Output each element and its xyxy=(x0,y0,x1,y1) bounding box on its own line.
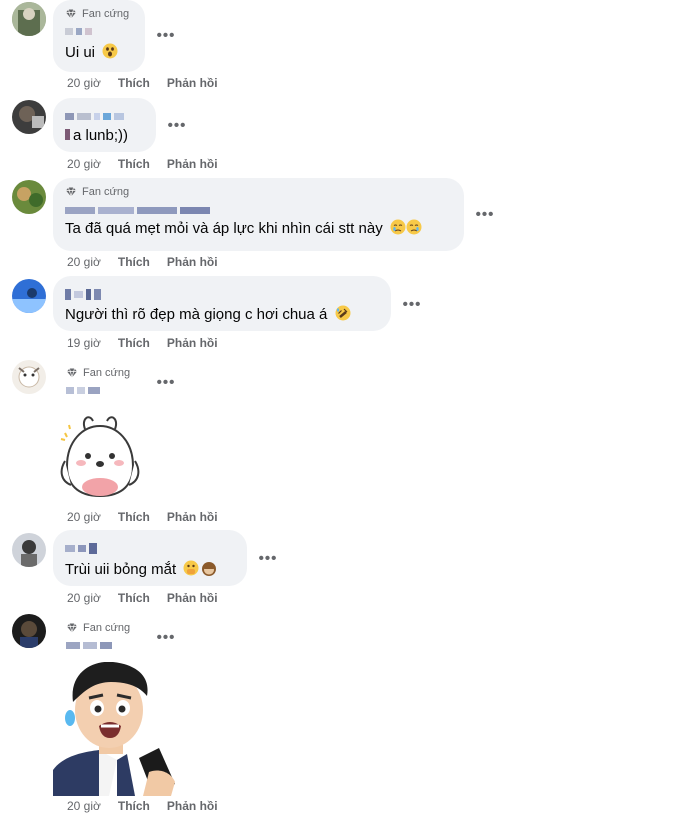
comment-bubble: Fan cứng Ta đã quá mẹt mỏi và áp lực khi… xyxy=(53,178,464,251)
avatar[interactable] xyxy=(12,533,46,567)
diamond-icon xyxy=(66,9,76,19)
comment-actions: 19 giờ Thích Phản hồi xyxy=(67,336,218,350)
fan-badge-label: Fan cứng xyxy=(82,186,130,198)
commenter-name[interactable] xyxy=(65,202,452,218)
shocked-face-icon xyxy=(102,43,118,59)
avatar[interactable] xyxy=(12,100,46,134)
diamond-icon xyxy=(67,368,77,378)
comment-text: Ui ui xyxy=(65,43,133,63)
reply-button[interactable]: Phản hồi xyxy=(167,510,218,524)
more-options-icon[interactable]: ••• xyxy=(155,629,177,646)
crying-face-icon xyxy=(390,219,406,235)
like-button[interactable]: Thích xyxy=(118,510,150,524)
commenter-name[interactable] xyxy=(65,286,379,302)
more-options-icon[interactable]: ••• xyxy=(257,550,279,567)
reply-button[interactable]: Phản hồi xyxy=(167,336,218,350)
commenter-name[interactable] xyxy=(65,108,144,124)
comment-time[interactable]: 20 giờ xyxy=(67,255,101,269)
comment-text: a lunb;)) xyxy=(65,126,144,146)
comment-text: Trùi uii bỏng mắt xyxy=(65,560,235,580)
like-button[interactable]: Thích xyxy=(118,76,150,90)
avatar[interactable] xyxy=(12,180,46,214)
comment-text: Ta đã quá mẹt mỏi và áp lực khi nhìn cái… xyxy=(65,219,452,239)
reply-button[interactable]: Phản hồi xyxy=(167,799,218,813)
like-button[interactable]: Thích xyxy=(118,799,150,813)
comment-bubble: Fan cứng Ui ui xyxy=(53,0,145,72)
comment-actions: 20 giờ Thích Phản hồi xyxy=(67,157,218,171)
crying-face-icon xyxy=(406,219,422,235)
see-no-evil-monkey-icon xyxy=(202,562,217,576)
fan-badge: Fan cứng xyxy=(65,7,133,21)
comment-bubble: a lunb;)) xyxy=(53,98,156,152)
avatar[interactable] xyxy=(12,279,46,313)
comment-actions: 20 giờ Thích Phản hồi xyxy=(67,591,218,605)
diamond-icon xyxy=(66,187,76,197)
more-options-icon[interactable]: ••• xyxy=(401,296,423,313)
comment-text: Người thì rõ đẹp mà giọng c hơi chua á xyxy=(65,305,379,325)
comment-bubble: Người thì rõ đẹp mà giọng c hơi chua á xyxy=(53,276,391,331)
like-button[interactable]: Thích xyxy=(118,255,150,269)
comment-header: Fan cứng xyxy=(53,620,153,656)
fan-badge: Fan cứng xyxy=(65,185,452,199)
more-options-icon[interactable]: ••• xyxy=(155,27,177,44)
comment-time[interactable]: 20 giờ xyxy=(67,510,101,524)
avatar[interactable] xyxy=(12,2,46,36)
reply-button[interactable]: Phản hồi xyxy=(167,591,218,605)
fan-badge-label: Fan cứng xyxy=(82,8,130,20)
commenter-name[interactable] xyxy=(65,540,235,556)
reply-button[interactable]: Phản hồi xyxy=(167,76,218,90)
fan-badge: Fan cứng xyxy=(66,366,141,380)
comment-actions: 20 giờ Thích Phản hồi xyxy=(67,76,218,90)
commenter-name[interactable] xyxy=(66,637,141,653)
comment-time[interactable]: 20 giờ xyxy=(67,157,101,171)
commenter-name[interactable] xyxy=(66,382,141,398)
comment-time[interactable]: 20 giờ xyxy=(67,799,101,813)
comment-time[interactable]: 20 giờ xyxy=(67,76,101,90)
like-button[interactable]: Thích xyxy=(118,591,150,605)
fan-badge-label: Fan cứng xyxy=(83,622,131,634)
comment-actions: 20 giờ Thích Phản hồi xyxy=(67,799,218,813)
more-options-icon[interactable]: ••• xyxy=(155,374,177,391)
hand-over-mouth-icon xyxy=(183,560,199,576)
more-options-icon[interactable]: ••• xyxy=(166,117,188,134)
reply-button[interactable]: Phản hồi xyxy=(167,157,218,171)
commenter-name[interactable] xyxy=(65,23,133,39)
comment-actions: 20 giờ Thích Phản hồi xyxy=(67,510,218,524)
bunny-sticker xyxy=(60,416,140,498)
rofl-face-icon xyxy=(335,305,351,321)
fan-badge: Fan cứng xyxy=(66,621,141,635)
comment-actions: 20 giờ Thích Phản hồi xyxy=(67,255,218,269)
comment-time[interactable]: 20 giờ xyxy=(67,591,101,605)
comment-bubble: Trùi uii bỏng mắt xyxy=(53,530,247,586)
avatar[interactable] xyxy=(12,614,46,648)
comment-header: Fan cứng xyxy=(53,364,153,400)
like-button[interactable]: Thích xyxy=(118,336,150,350)
reply-button[interactable]: Phản hồi xyxy=(167,255,218,269)
fan-badge-label: Fan cứng xyxy=(83,367,131,379)
avatar[interactable] xyxy=(12,360,46,394)
comment-time[interactable]: 19 giờ xyxy=(67,336,101,350)
shocked-man-sticker xyxy=(53,662,185,796)
diamond-icon xyxy=(67,623,77,633)
like-button[interactable]: Thích xyxy=(118,157,150,171)
more-options-icon[interactable]: ••• xyxy=(474,206,496,223)
